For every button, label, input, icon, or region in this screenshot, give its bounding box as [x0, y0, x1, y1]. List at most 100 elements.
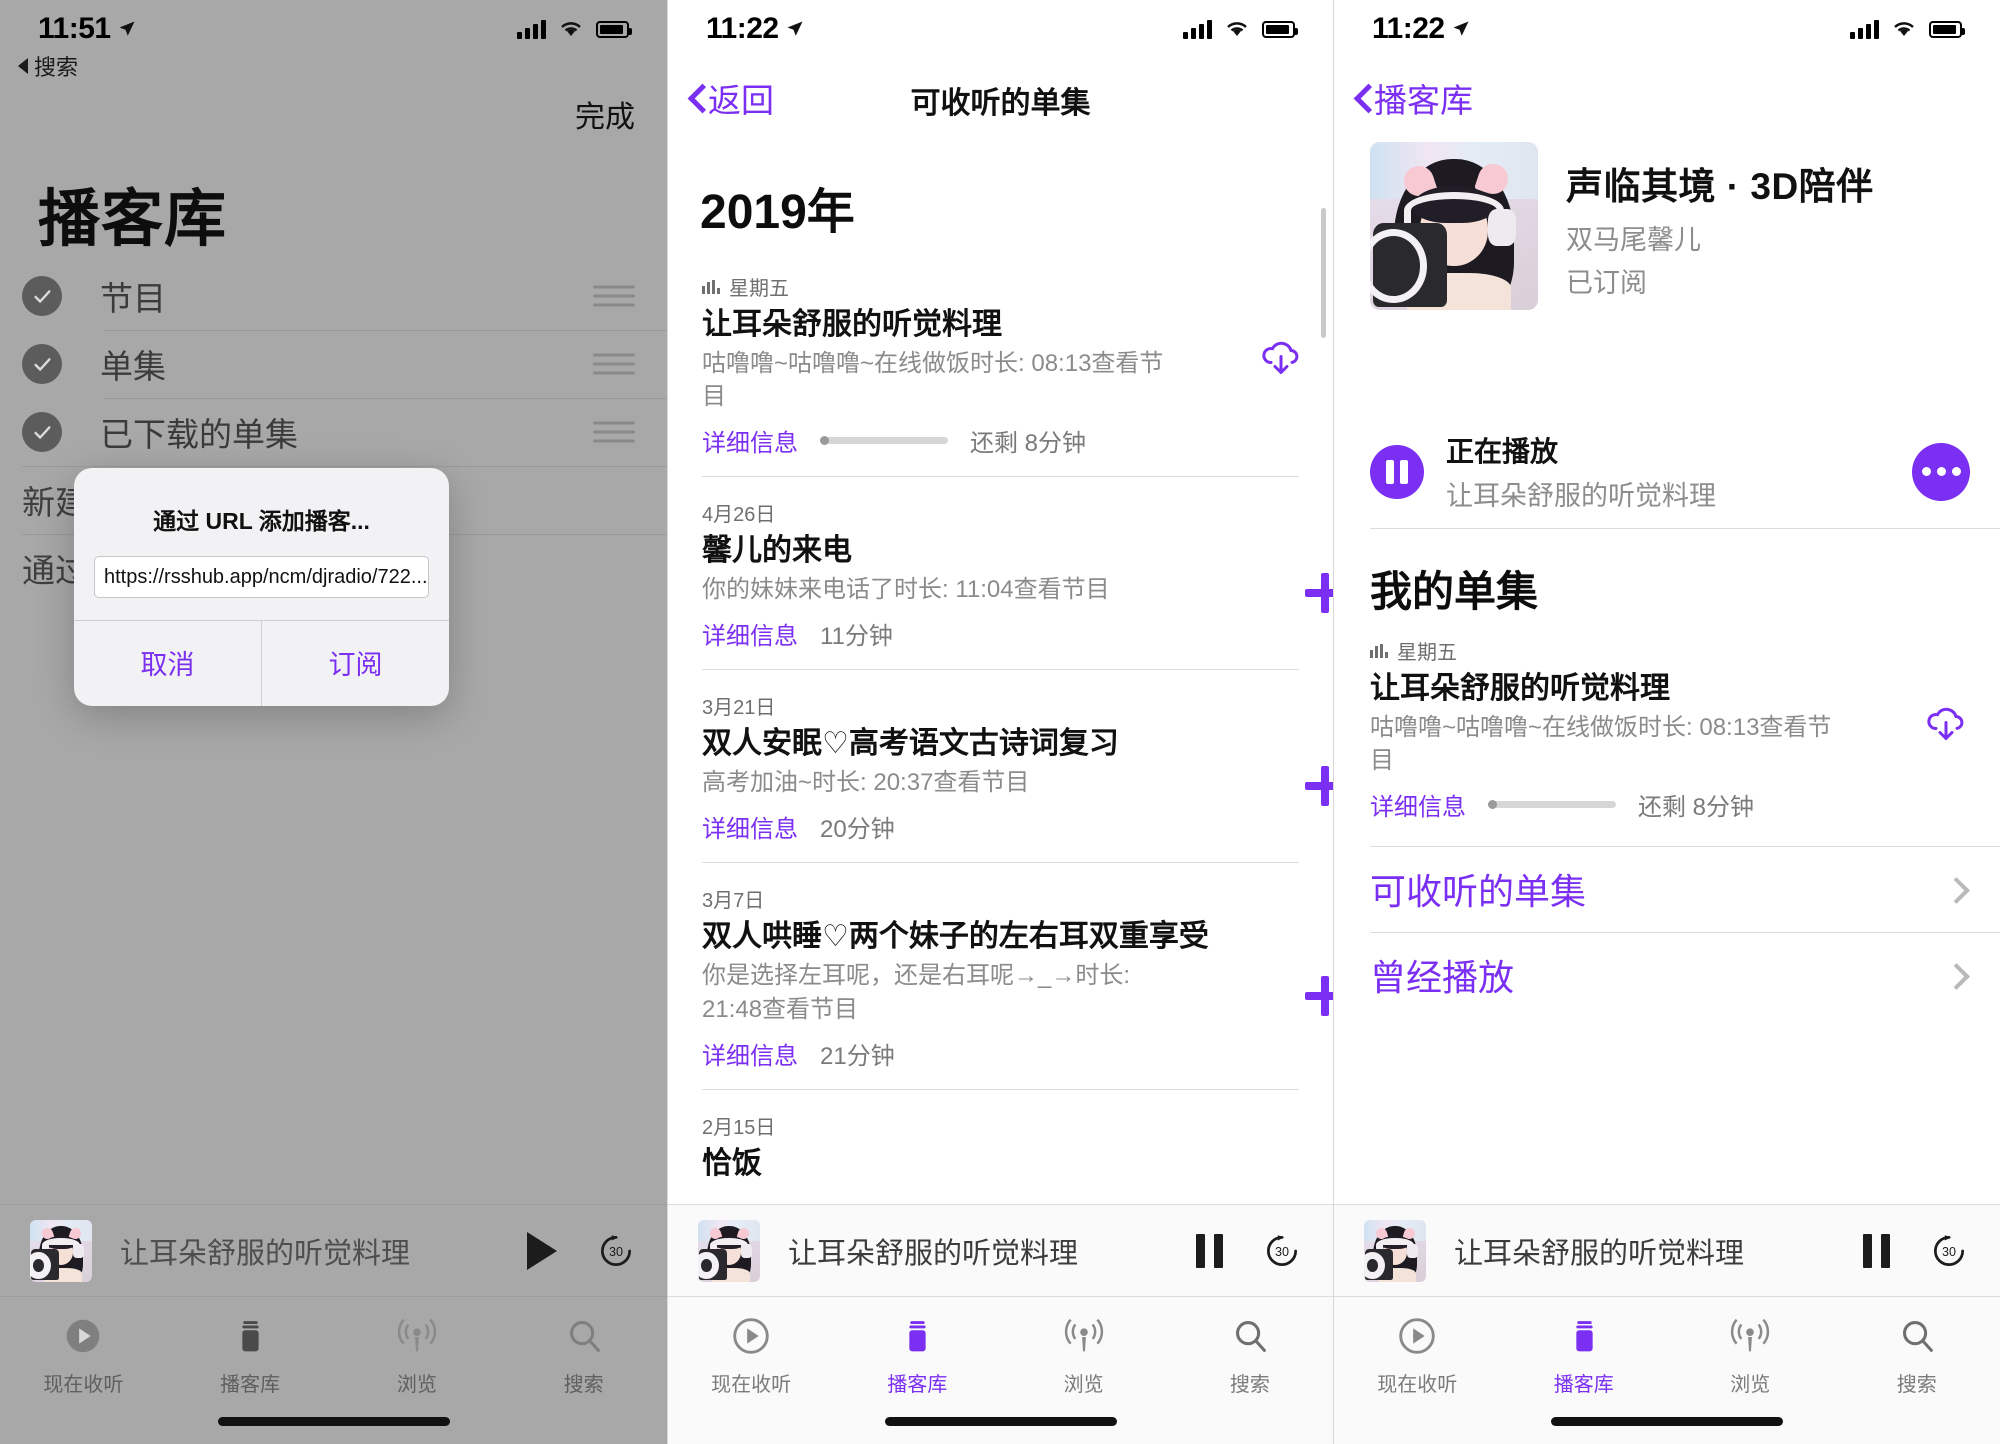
- episode-meta: 4月26日: [702, 498, 1299, 527]
- status-indicators-right: [1850, 19, 1965, 39]
- status-indicators-left: [517, 19, 632, 39]
- now-playing-row[interactable]: 正在播放 让耳朵舒服的听觉料理: [1370, 430, 1970, 513]
- search-icon: [1902, 1321, 1933, 1352]
- link-label: 曾经播放: [1370, 957, 1515, 998]
- link-previously-played[interactable]: 曾经播放: [1334, 932, 2000, 1018]
- list-item[interactable]: 节目: [0, 262, 667, 330]
- dialog-title: 通过 URL 添加播客...: [153, 508, 370, 534]
- status-time-left: 11:51: [38, 12, 136, 46]
- episode-meta: 2月15日: [702, 1111, 1299, 1140]
- checkmark-icon[interactable]: [22, 344, 62, 384]
- episode-row[interactable]: 3月21日 双人安眠♡高考语文古诗词复习 高考加油~时长: 20:37查看节目 …: [668, 669, 1333, 862]
- home-indicator: [884, 1417, 1117, 1426]
- pause-icon[interactable]: [1196, 1233, 1223, 1268]
- checkmark-icon[interactable]: [22, 276, 62, 316]
- done-button[interactable]: 完成: [575, 92, 635, 136]
- podcast-header: 声临其境 · 3D陪伴 双马尾馨儿 已订阅: [1370, 142, 1970, 310]
- download-icon[interactable]: [1922, 703, 1970, 756]
- episode-row[interactable]: 4月26日 馨儿的来电 你的妹妹来电话了时长: 11:04查看节目 详细信息 1…: [668, 476, 1333, 669]
- skip-forward-30-icon[interactable]: 30: [1928, 1230, 1970, 1272]
- more-icon[interactable]: [1912, 442, 1970, 501]
- mini-player-title: 让耳朵舒服的听觉料理: [1454, 1237, 1745, 1270]
- episode-row[interactable]: 星期五 让耳朵舒服的听觉料理 咕噜噜~咕噜噜~在线做饭时长: 08:13查看节目…: [1334, 636, 2000, 822]
- podcast-title: 声临其境 · 3D陪伴: [1566, 166, 1874, 207]
- download-icon[interactable]: [1257, 337, 1305, 390]
- reorder-handle-icon[interactable]: [593, 416, 635, 449]
- tab-label: 播客库: [220, 1374, 281, 1396]
- tab-search[interactable]: 搜索: [1834, 1297, 2000, 1444]
- episode-list: 星期五 让耳朵舒服的听觉料理 咕噜噜~咕噜噜~在线做饭时长: 08:13查看节目…: [668, 250, 1333, 1204]
- reorder-handle-icon[interactable]: [593, 348, 635, 381]
- status-time-text: 11:22: [1372, 12, 1445, 45]
- tab-now-listening[interactable]: 现在收听: [668, 1297, 834, 1444]
- mini-player[interactable]: 让耳朵舒服的听觉料理 30: [1334, 1204, 2000, 1296]
- episode-duration: 20分钟: [820, 816, 895, 844]
- tab-label: 现在收听: [711, 1374, 792, 1396]
- play-icon[interactable]: [527, 1231, 557, 1270]
- mini-player-controls: 30: [1863, 1230, 1970, 1272]
- episode-row[interactable]: 3月7日 双人哄睡♡两个妹子的左右耳双重享受 你是选择左耳呢，还是右耳呢→_→时…: [668, 862, 1333, 1088]
- reorder-handle-icon[interactable]: [593, 280, 635, 313]
- episode-title: 让耳朵舒服的听觉料理: [1370, 672, 1670, 705]
- wifi-icon: [1894, 22, 1914, 36]
- pause-icon[interactable]: [1863, 1233, 1890, 1268]
- episode-row[interactable]: 星期五 让耳朵舒服的听觉料理 咕噜噜~咕噜噜~在线做饭时长: 08:13查看节目…: [668, 250, 1333, 476]
- podcast-artwork[interactable]: [1370, 142, 1538, 310]
- divider: [1370, 528, 2000, 529]
- dialog-buttons: 取消 订阅: [74, 620, 449, 706]
- equalizer-icon: [702, 279, 720, 294]
- now-playing-label: 正在播放: [1446, 436, 1559, 467]
- episode-description: 你是选择左耳呢，还是右耳呢→_→时长: 21:48查看节目: [702, 962, 1131, 1023]
- play-circle-icon: [1399, 1318, 1435, 1354]
- list-item[interactable]: 单集: [0, 330, 667, 398]
- chevron-left-icon: [1354, 85, 1369, 111]
- back-triangle-icon: [18, 58, 28, 74]
- subscribe-button[interactable]: 订阅: [261, 621, 449, 706]
- skip-forward-30-icon[interactable]: 30: [1261, 1230, 1303, 1272]
- tab-bar: 现在收听 播客库 浏览 搜索: [1334, 1296, 2000, 1444]
- status-time-text: 11:51: [38, 12, 111, 45]
- episode-description: 你的妹妹来电话了时长: 11:04查看节目: [702, 576, 1110, 604]
- list-item[interactable]: 已下载的单集: [0, 398, 667, 466]
- episode-date: 2月15日: [702, 1116, 776, 1139]
- nav-bar-middle: 返回 可收听的单集: [668, 62, 1333, 132]
- cancel-button[interactable]: 取消: [74, 621, 261, 706]
- episode-footer: 详细信息 还剩 8分钟: [1370, 787, 1970, 822]
- episode-duration: 还剩 8分钟: [970, 430, 1087, 458]
- tab-label: 浏览: [396, 1374, 437, 1396]
- episode-details-link[interactable]: 详细信息: [702, 423, 798, 458]
- episode-details-link[interactable]: 详细信息: [702, 1036, 798, 1071]
- episode-row[interactable]: 2月15日 恰饭: [668, 1088, 1333, 1204]
- nav-bar-right: 播客库: [1334, 62, 2000, 132]
- skip-forward-30-icon[interactable]: 30: [595, 1230, 637, 1272]
- svg-text:30: 30: [609, 1245, 623, 1259]
- now-playing-episode: 让耳朵舒服的听觉料理: [1446, 481, 1716, 511]
- screen-podcast-detail: 11:22 播客库 声临其境 · 3D陪伴 双马尾馨儿 已订阅 正在播放 让耳朵…: [1333, 0, 2000, 1444]
- tab-label: 搜索: [1896, 1374, 1937, 1396]
- subscription-status: 已订阅: [1566, 268, 1647, 298]
- episode-details-link[interactable]: 详细信息: [702, 616, 798, 651]
- episode-date: 星期五: [729, 278, 789, 300]
- tab-label: 搜索: [1229, 1374, 1270, 1396]
- back-button[interactable]: 播客库: [1354, 74, 1473, 122]
- pause-button[interactable]: [1370, 444, 1424, 499]
- link-available-episodes[interactable]: 可收听的单集: [1334, 846, 2000, 932]
- mini-player-controls: 30: [1196, 1230, 1303, 1272]
- url-input[interactable]: https://rsshub.app/ncm/djradio/722...: [94, 556, 429, 598]
- nav-title: 可收听的单集: [910, 87, 1091, 120]
- mini-player[interactable]: 让耳朵舒服的听觉料理 30: [668, 1204, 1333, 1296]
- tab-now-listening[interactable]: 现在收听: [1334, 1297, 1501, 1444]
- play-circle-icon: [733, 1318, 769, 1354]
- episode-duration: 21分钟: [820, 1042, 895, 1070]
- now-playing-text: 正在播放 让耳朵舒服的听觉料理: [1446, 430, 1716, 513]
- mini-player[interactable]: 让耳朵舒服的听觉料理 30: [0, 1204, 667, 1296]
- episode-details-link[interactable]: 详细信息: [702, 809, 798, 844]
- episode-details-link[interactable]: 详细信息: [1370, 787, 1466, 822]
- tab-search[interactable]: 搜索: [500, 1297, 667, 1444]
- tab-search[interactable]: 搜索: [1167, 1297, 1333, 1444]
- cellular-signal-icon: [517, 19, 546, 39]
- screen-podcast-library-edit: 11:51 搜索 完成 播客库 节目 单集 已下载的单集 通过 通过 URL 添…: [0, 0, 667, 1444]
- episode-meta: 星期五: [702, 272, 1299, 301]
- checkmark-icon[interactable]: [22, 412, 62, 452]
- tab-now-listening[interactable]: 现在收听: [0, 1297, 167, 1444]
